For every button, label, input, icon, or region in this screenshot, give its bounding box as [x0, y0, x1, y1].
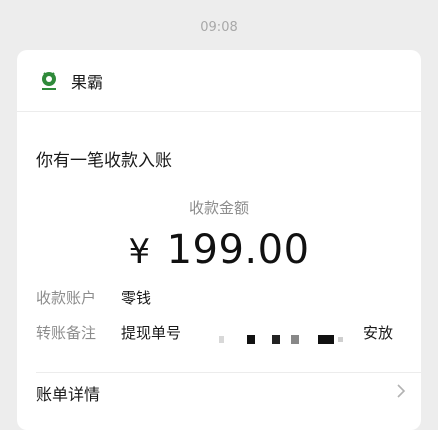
notice-title: 你有一笔收款入账	[36, 151, 172, 171]
amount-label: 收款金额	[188, 199, 249, 217]
field-row-remark: 转账备注 提现单号	[36, 322, 181, 343]
divider	[36, 372, 421, 373]
sender-name: 果霸	[71, 72, 104, 92]
redacted-text	[219, 330, 359, 344]
currency-symbol: ¥	[128, 232, 151, 272]
field-row-account: 收款账户 零钱	[36, 287, 151, 308]
bill-details-link[interactable]: 账单详情	[36, 381, 406, 405]
green-logo-icon	[37, 69, 61, 93]
amount-value: ¥199.00	[17, 227, 421, 273]
amount-number: 199.00	[166, 227, 310, 273]
message-timestamp: 09:08	[200, 20, 238, 35]
details-label: 账单详情	[36, 385, 101, 404]
field-value-tail: 安放	[363, 324, 394, 342]
card-header[interactable]: 果霸	[17, 50, 421, 112]
field-value: 提现单号	[121, 324, 182, 342]
field-key: 转账备注	[36, 324, 97, 342]
chevron-right-icon	[396, 383, 406, 403]
payment-notification-card[interactable]: 果霸 你有一笔收款入账 收款金额 ¥199.00 收款账户 零钱 转账备注 提现…	[17, 50, 421, 430]
field-key: 收款账户	[36, 289, 97, 307]
field-value: 零钱	[121, 289, 152, 307]
